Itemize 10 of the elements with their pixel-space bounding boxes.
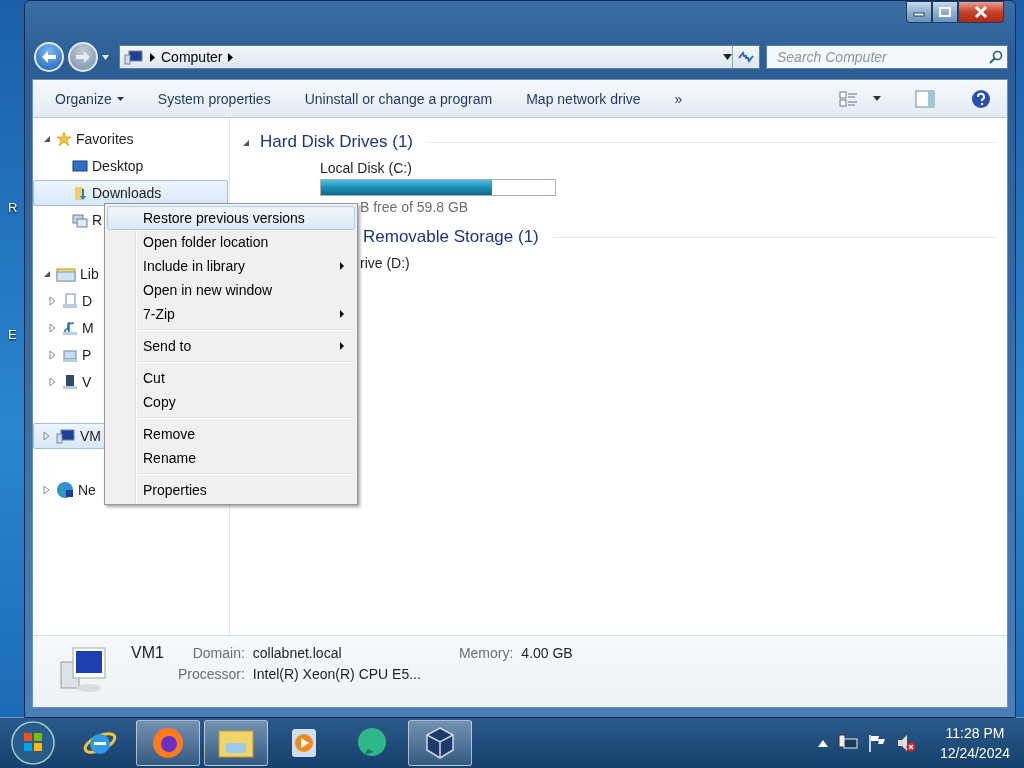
free-space-text: B free of 59.8 GB bbox=[360, 199, 470, 215]
field-value: Intel(R) Xeon(R) CPU E5... bbox=[252, 666, 421, 682]
field-value: 4.00 GB bbox=[521, 645, 573, 661]
clock-date: 12/24/2024 bbox=[939, 744, 1010, 764]
field-label: Processor: bbox=[177, 666, 245, 682]
field-value: collabnet.local bbox=[252, 645, 343, 661]
clock-time: 11:28 PM bbox=[945, 724, 1005, 744]
field-label: Memory: bbox=[458, 645, 514, 661]
field-label: Domain: bbox=[191, 645, 245, 661]
computer-name: VM1 bbox=[131, 644, 164, 662]
